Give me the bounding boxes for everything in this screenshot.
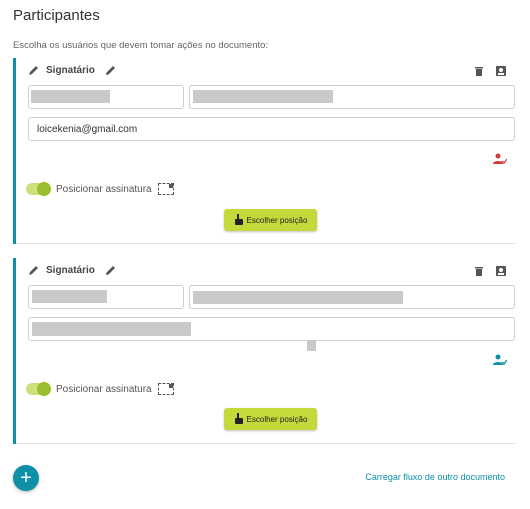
role-row: Signatário: [28, 64, 123, 76]
signature-status-icon: [493, 353, 508, 365]
toggle-label: Posicionar assinatura: [56, 383, 152, 395]
redacted-document: [193, 90, 333, 103]
edit-role-icon[interactable]: [105, 264, 117, 276]
edit-role-icon[interactable]: [105, 64, 117, 76]
redacted-fragment: [307, 341, 316, 351]
choose-position-button[interactable]: Escolher posição: [224, 408, 317, 430]
redacted-email: [32, 322, 191, 336]
delete-icon[interactable]: [473, 64, 485, 76]
position-signature-row: Posicionar assinatura: [26, 182, 174, 196]
signature-pen-icon: [28, 264, 40, 276]
position-signature-toggle[interactable]: [26, 182, 51, 196]
choose-position-label: Escolher posição: [246, 414, 308, 424]
email-value: loicekenia@gmail.com: [37, 123, 138, 135]
load-flow-link[interactable]: Carregar fluxo de outro documento: [365, 472, 505, 482]
signature-pen-icon: [28, 64, 40, 76]
page-subtitle: Escolha os usuários que devem tomar açõe…: [13, 40, 269, 51]
role-label: Signatário: [46, 64, 95, 76]
add-participant-button[interactable]: +: [13, 465, 39, 491]
position-signature-toggle[interactable]: [26, 382, 51, 396]
redacted-name: [31, 90, 110, 103]
role-row: Signatário: [28, 264, 123, 276]
email-field[interactable]: loicekenia@gmail.com: [28, 117, 515, 141]
redacted-document: [193, 291, 403, 304]
redacted-name: [32, 290, 107, 303]
hand-pointer-icon: [234, 214, 244, 226]
contact-card-icon[interactable]: [495, 264, 507, 276]
page-title: Participantes: [13, 7, 100, 24]
delete-icon[interactable]: [473, 264, 485, 276]
contact-card-icon[interactable]: [495, 64, 507, 76]
hand-pointer-icon: [234, 413, 244, 425]
signature-frame-icon: [157, 383, 174, 395]
participant-card: Signatário Posicionar assinatura Escolhe…: [13, 258, 515, 444]
toggle-label: Posicionar assinatura: [56, 183, 152, 195]
participant-card: Signatário loicekenia@gmail.com Posicion…: [13, 58, 515, 244]
signature-frame-icon: [157, 183, 174, 195]
signature-status-icon: [493, 152, 508, 164]
choose-position-button[interactable]: Escolher posição: [224, 209, 317, 231]
choose-position-label: Escolher posição: [246, 215, 308, 225]
role-label: Signatário: [46, 264, 95, 276]
position-signature-row: Posicionar assinatura: [26, 382, 174, 396]
